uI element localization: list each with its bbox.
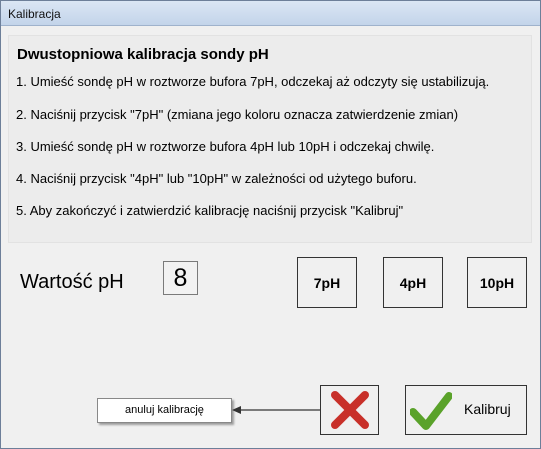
checkmark-icon (410, 392, 452, 430)
ph7-button[interactable]: 7pH (297, 257, 357, 308)
instructions-heading: Dwustopniowa kalibracja sondy pH (17, 46, 269, 63)
instruction-step-4: 4. Naciśnij przycisk "4pH" lub "10pH" w … (16, 171, 417, 186)
calibrate-button-label: Kalibruj (464, 401, 511, 417)
calibration-window: Kalibracja Dwustopniowa kalibracja sondy… (0, 0, 541, 449)
instruction-step-3: 3. Umieść sondę pH w roztworze bufora 4p… (16, 139, 435, 154)
cancel-calibration-hint: anuluj kalibrację (97, 398, 232, 423)
close-icon (330, 391, 369, 429)
cancel-button[interactable] (320, 385, 379, 435)
title-bar[interactable]: Kalibracja (1, 1, 540, 26)
ph10-button[interactable]: 10pH (467, 257, 527, 308)
ph4-button[interactable]: 4pH (383, 257, 443, 308)
ph-value-display: 8 (163, 261, 198, 295)
instruction-step-2: 2. Naciśnij przycisk "7pH" (zmiana jego … (16, 107, 459, 122)
window-content: Dwustopniowa kalibracja sondy pH 1. Umie… (2, 27, 539, 448)
instructions-panel: Dwustopniowa kalibracja sondy pH 1. Umie… (8, 35, 532, 243)
instruction-step-5: 5. Aby zakończyć i zatwierdzić kalibracj… (16, 203, 404, 218)
arrow-icon (232, 406, 322, 414)
instruction-step-1: 1. Umieść sondę pH w roztworze bufora 7p… (16, 74, 490, 89)
window-title: Kalibracja (8, 7, 61, 21)
calibrate-button[interactable]: Kalibruj (405, 385, 527, 435)
ph-value-label: Wartość pH (20, 271, 124, 293)
